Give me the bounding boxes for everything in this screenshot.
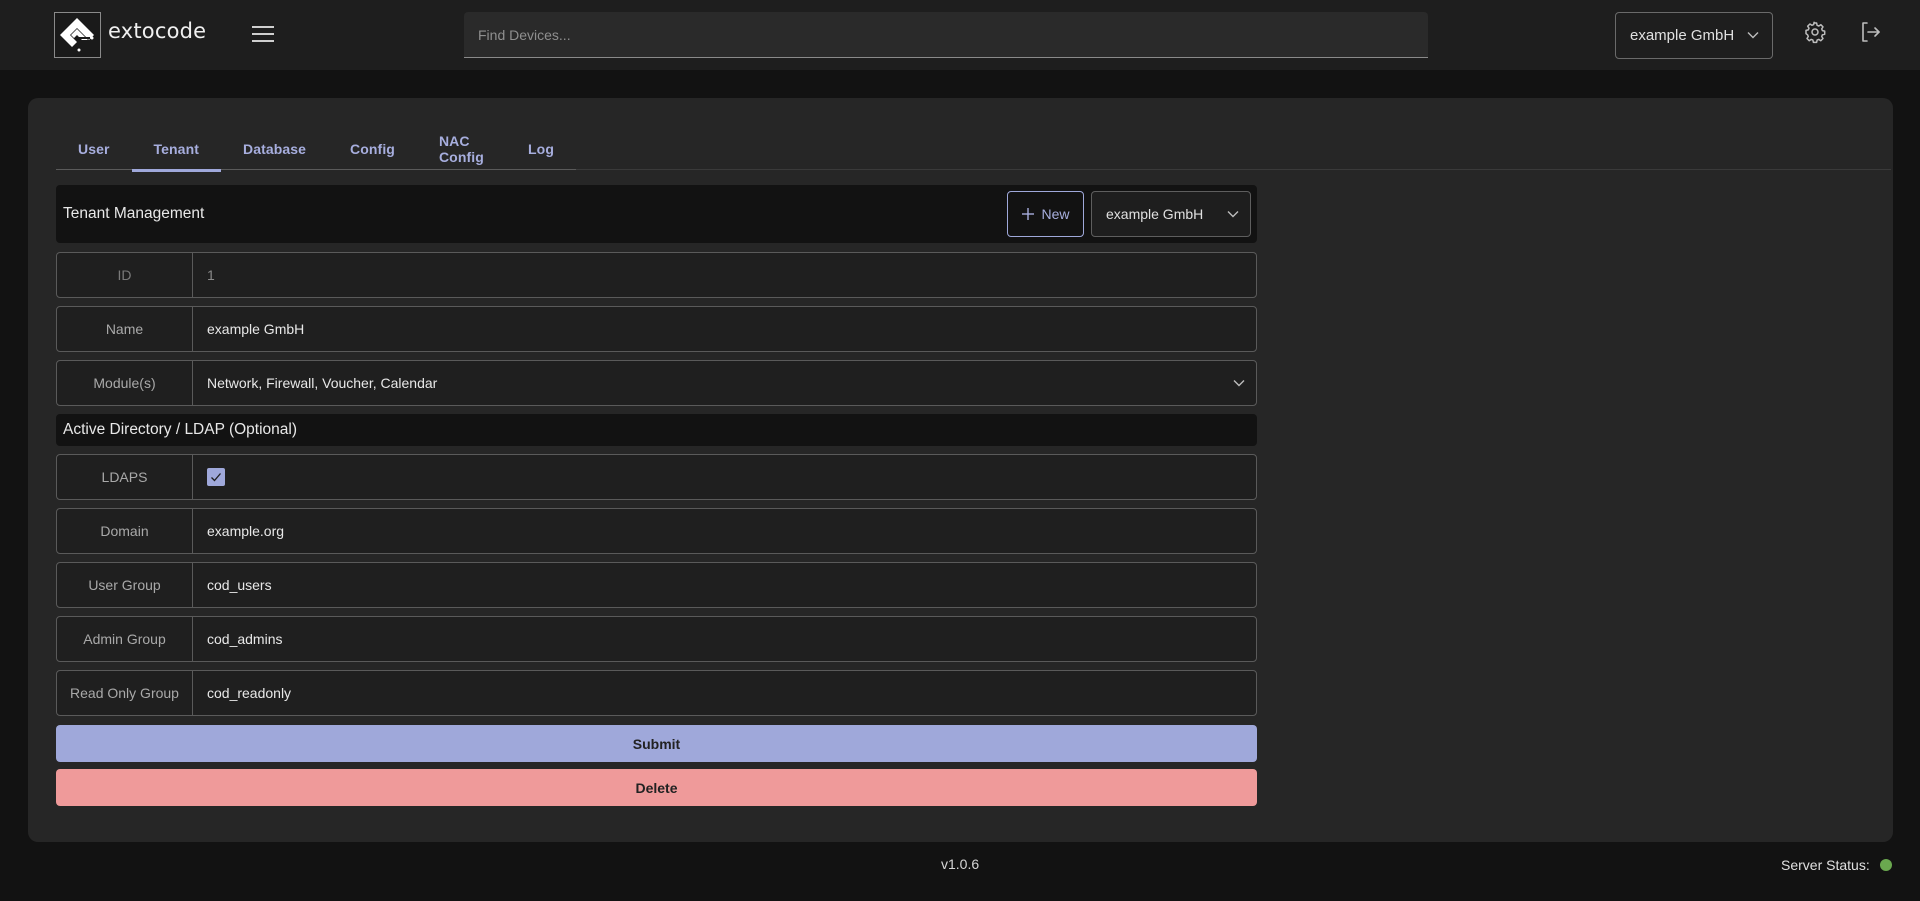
id-input [193,253,1256,297]
id-label: ID [57,253,193,297]
delete-button[interactable]: Delete [56,769,1257,806]
brand-name: extocode [108,19,207,43]
device-search-input[interactable] [464,12,1428,58]
ldaps-label: LDAPS [57,455,193,499]
modules-label: Module(s) [57,361,193,405]
chevron-down-icon [1233,380,1245,387]
domain-field-row: Domain [56,508,1257,554]
main-card: User Tenant Database Config NAC Config L… [28,98,1893,842]
modules-select[interactable]: Network, Firewall, Voucher, Calendar [193,361,1256,405]
top-bar: extocode example GmbH [0,0,1920,70]
tenant-select[interactable]: example GmbH [1091,191,1251,237]
admin-group-input[interactable] [193,617,1256,661]
plus-icon [1022,208,1035,220]
domain-label: Domain [57,509,193,553]
new-tenant-button[interactable]: New [1007,191,1084,237]
gear-icon [1805,21,1826,44]
tab-tenant[interactable]: Tenant [131,128,222,172]
id-field-row: ID [56,252,1257,298]
user-group-input[interactable] [193,563,1256,607]
status-indicator-icon [1879,859,1892,871]
admin-group-field-row: Admin Group [56,616,1257,662]
user-group-label: User Group [57,563,193,607]
submit-button[interactable]: Submit [56,725,1257,762]
tab-config[interactable]: Config [328,128,417,170]
ldaps-field-row: LDAPS [56,454,1257,500]
admin-group-label: Admin Group [57,617,193,661]
menu-toggle-button[interactable] [252,26,274,43]
hamburger-icon-line [252,40,274,42]
ldaps-checkbox[interactable] [207,468,225,486]
hamburger-icon [252,26,274,28]
logout-button[interactable] [1858,20,1882,49]
tab-bar: User Tenant Database Config NAC Config L… [56,128,1891,172]
settings-button[interactable] [1803,20,1827,49]
global-tenant-select[interactable]: example GmbH [1615,12,1773,59]
read-only-group-input[interactable] [193,671,1256,715]
checkmark-icon [211,473,221,482]
logo[interactable] [54,12,101,58]
tab-log[interactable]: Log [506,128,576,170]
extocode-logo-icon [55,13,100,57]
tab-database[interactable]: Database [221,128,328,170]
read-only-group-field-row: Read Only Group [56,670,1257,716]
tenant-management-header: Tenant Management New example GmbH [56,185,1257,243]
modules-select-value: Network, Firewall, Voucher, Calendar [207,375,438,391]
name-label: Name [57,307,193,351]
tenant-select-value: example GmbH [1106,206,1204,222]
domain-input[interactable] [193,509,1256,553]
name-input[interactable] [193,307,1256,351]
name-field-row: Name [56,306,1257,352]
section-title: Active Directory / LDAP (Optional) [63,421,298,438]
app-version: v1.0.6 [941,856,980,872]
hamburger-icon-line [252,33,274,35]
section-title: Tenant Management [63,205,205,222]
modules-field-row: Module(s) Network, Firewall, Voucher, Ca… [56,360,1257,406]
user-group-field-row: User Group [56,562,1257,608]
ldap-section-header: Active Directory / LDAP (Optional) [56,414,1257,446]
chevron-down-icon [1747,32,1759,39]
read-only-group-label: Read Only Group [57,671,193,715]
new-button-label: New [1041,206,1070,222]
chevron-down-icon [1227,211,1239,218]
server-status: Server Status: [1781,857,1892,873]
tab-user[interactable]: User [56,128,132,170]
global-tenant-select-value: example GmbH [1630,27,1735,44]
logout-icon [1862,22,1880,42]
tab-nac-config[interactable]: NAC Config [417,128,506,170]
server-status-label: Server Status: [1781,857,1870,873]
